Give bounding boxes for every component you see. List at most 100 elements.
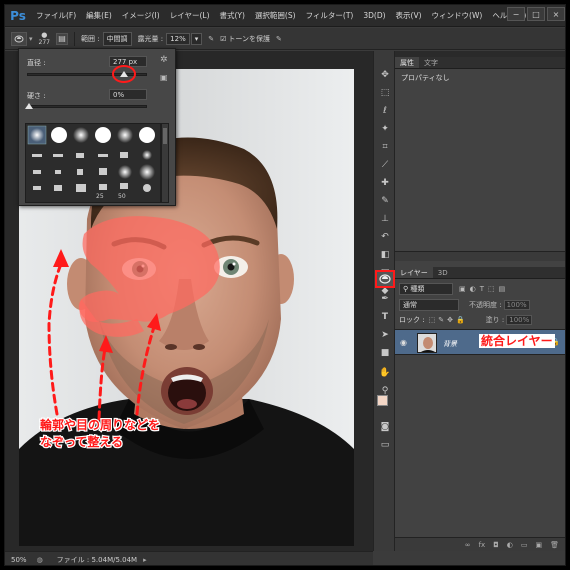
path-selection-icon[interactable]: ➤ [377, 327, 393, 343]
layer-kind-label: 種類 [410, 285, 425, 293]
layer-filter-icons[interactable]: ▣◐T⬚▤ [459, 285, 509, 293]
maximize-button[interactable]: □ [527, 7, 545, 21]
brush-size-value: 277 [38, 38, 50, 46]
menu-select[interactable]: 選択範囲(S) [250, 10, 301, 21]
lasso-tool-icon[interactable]: ℓ [377, 103, 393, 119]
app-logo: Ps [10, 8, 26, 23]
status-info-icon[interactable]: ◍ [37, 556, 43, 564]
brush-panel-toggle[interactable]: ▤ [55, 32, 68, 45]
layer-thumbnail [417, 333, 437, 353]
dodge-tool-button[interactable] [375, 270, 395, 288]
properties-tabs: 属性 文字 [395, 57, 565, 69]
type-tool-icon[interactable]: T [377, 309, 393, 325]
tab-properties[interactable]: 属性 [395, 57, 419, 68]
pen-tool-icon[interactable]: ✒ [377, 291, 393, 307]
link-layers-icon[interactable]: ∞ [465, 541, 471, 549]
menu-window[interactable]: ウィンドウ(W) [427, 10, 488, 21]
lock-row: ロック : ⬚✎✥🔒 塗り : 100% [399, 315, 533, 325]
layer-kind-select[interactable]: ⚲ 種類 [399, 283, 453, 295]
gear-icon[interactable]: ✲ [160, 55, 168, 65]
adjustment-layer-icon[interactable]: ◐ [507, 541, 513, 549]
menu-type[interactable]: 書式(Y) [215, 10, 250, 21]
marquee-tool-icon[interactable]: ⬚ [377, 85, 393, 101]
brush-size-picker[interactable]: ● 277 [39, 31, 50, 47]
range-label: 範囲 : [80, 34, 100, 43]
menu-view[interactable]: 表示(V) [391, 10, 427, 21]
instruction-text-line1: 輪郭や目の周りなどを [40, 417, 160, 432]
screen-mode-icon[interactable]: ▭ [377, 437, 393, 453]
hardness-input[interactable]: 0% [109, 89, 147, 100]
brush-dot-icon: ● [41, 30, 48, 39]
menu-image[interactable]: イメージ(I) [117, 10, 165, 21]
brush-tool-icon[interactable]: ✎ [377, 193, 393, 209]
tool-preset-picker[interactable]: ▾ [11, 31, 33, 46]
hand-tool-icon[interactable]: ✋ [377, 365, 393, 381]
range-select[interactable]: 中間調 [102, 31, 132, 46]
new-group-icon[interactable]: ▭ [521, 541, 528, 549]
tab-3d[interactable]: 3D [433, 267, 453, 278]
visibility-eye-icon[interactable]: ◉ [400, 338, 407, 347]
eyedropper-icon[interactable]: ⟋ [377, 157, 393, 173]
add-mask-icon[interactable]: ◘ [493, 541, 499, 549]
rectangle-tool-icon[interactable]: ■ [377, 345, 393, 361]
merged-layer-annotation: 統合レイヤー [479, 334, 555, 348]
menu-edit[interactable]: 編集(E) [81, 10, 117, 21]
tab-character[interactable]: 文字 [419, 57, 443, 68]
new-layer-icon[interactable]: ▣ [535, 541, 542, 549]
properties-footer [395, 251, 565, 261]
eraser-tool-icon[interactable]: ◧ [377, 247, 393, 263]
menu-bar: Ps ファイル(F) 編集(E) イメージ(I) レイヤー(L) 書式(Y) 選… [5, 5, 565, 27]
trash-icon[interactable]: 🗑 [550, 541, 559, 549]
menu-layer[interactable]: レイヤー(L) [165, 10, 215, 21]
diameter-label: 直径 : [27, 59, 46, 67]
menu-filter[interactable]: フィルター(T) [301, 10, 359, 21]
history-brush-icon[interactable]: ↶ [377, 229, 393, 245]
brush-panel-icon: ▤ [55, 32, 68, 45]
search-icon: ⚲ [403, 285, 409, 293]
zoom-level[interactable]: 50% [11, 556, 27, 564]
photoshop-window: Ps ファイル(F) 編集(E) イメージ(I) レイヤー(L) 書式(Y) 選… [4, 4, 566, 566]
layer-filter-row: ⚲ 種類 ▣◐T⬚▤ [399, 283, 509, 295]
fill-label: 塗り : [485, 316, 505, 324]
airbrush-button[interactable]: ✎ [208, 35, 214, 43]
pressure-button[interactable]: ✎ [276, 35, 282, 43]
new-preset-icon[interactable]: ▣ [160, 73, 168, 82]
exposure-input[interactable]: 12% [166, 32, 190, 45]
layers-tabs: レイヤー 3D [395, 267, 565, 279]
preset-scrollbar[interactable] [161, 123, 169, 203]
tab-layers[interactable]: レイヤー [395, 267, 433, 278]
healing-brush-icon[interactable]: ✚ [377, 175, 393, 191]
instruction-text-line2: なぞって整える [40, 434, 123, 449]
protect-tones-checkbox[interactable]: ☑ [220, 35, 226, 43]
layer-name[interactable]: 背景 [443, 339, 457, 349]
fill-input[interactable]: 100% [506, 315, 533, 325]
quick-mask-icon[interactable]: ◙ [377, 419, 393, 435]
hardness-slider[interactable] [27, 105, 147, 108]
blend-mode-select[interactable]: 通常 [399, 299, 459, 311]
status-arrow-icon[interactable]: ▸ [143, 556, 147, 564]
dodge-tool-icon [11, 31, 27, 46]
menu-3d[interactable]: 3D(D) [358, 11, 390, 20]
close-button[interactable]: × [547, 7, 565, 21]
scrollbar-thumb[interactable] [163, 128, 167, 144]
opacity-input[interactable]: 100% [503, 300, 530, 310]
clone-stamp-icon[interactable]: ⊥ [377, 211, 393, 227]
hardness-slider-thumb[interactable] [25, 103, 33, 109]
crop-tool-icon[interactable]: ⌗ [377, 139, 393, 155]
canvas-area[interactable]: 輪郭や目の周りなどを なぞって整える 直径 : 277 px ✲ ▣ 硬さ : … [5, 48, 373, 551]
foreground-color-swatch[interactable] [377, 395, 388, 406]
minimize-button[interactable]: − [507, 7, 525, 21]
move-tool-icon[interactable]: ✥ [377, 67, 393, 83]
exposure-slider-toggle[interactable]: ▾ [190, 32, 203, 45]
preset-size-25: 25 [96, 193, 104, 200]
magic-wand-icon[interactable]: ✦ [377, 121, 393, 137]
lock-icons[interactable]: ⬚✎✥🔒 [429, 316, 468, 324]
fx-icon[interactable]: fx [479, 541, 486, 549]
preset-size-50: 50 [118, 193, 126, 200]
menu-file[interactable]: ファイル(F) [31, 10, 81, 21]
lock-label: ロック : [399, 316, 425, 324]
file-info: ファイル : 5.04M/5.04M [56, 555, 138, 564]
opacity-label: 不透明度 : [469, 301, 502, 309]
brush-preset-popup: 直径 : 277 px ✲ ▣ 硬さ : 0% 25 50 [18, 48, 176, 206]
right-panels: 属性 文字 プロパティなし レイヤー 3D ⚲ 種類 ▣◐T⬚▤ 通常 不透明度… [395, 51, 565, 551]
